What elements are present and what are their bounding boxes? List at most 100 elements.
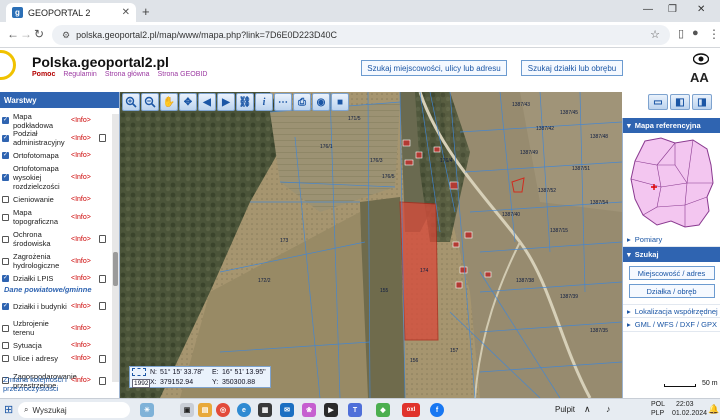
map-canvas[interactable]: 1387/43 1387/42 1387/45 1387/48 1387/49 1387/… — [120, 92, 622, 398]
layer-checkbox[interactable] — [2, 342, 9, 349]
menu-icon[interactable]: ⋮ — [708, 27, 720, 41]
clock-date[interactable]: 01.02.2024 — [672, 410, 707, 417]
taskbar-ticker[interactable]: Pulpit — [555, 405, 575, 414]
speaker-icon[interactable]: ♪ — [606, 404, 611, 414]
edge-icon[interactable]: e — [237, 403, 251, 417]
legend-document-icon[interactable] — [99, 302, 106, 310]
layer-checkbox[interactable] — [2, 257, 9, 265]
pan-hand-icon[interactable]: ✋ — [160, 93, 178, 111]
layer-checkbox[interactable] — [2, 324, 9, 332]
legend-document-icon[interactable] — [99, 354, 106, 363]
layer-row[interactable]: Mapa topograficzna <Info> — [0, 206, 112, 228]
previous-view-icon[interactable]: ◀ — [198, 93, 216, 111]
zoom-in-icon[interactable] — [122, 93, 140, 111]
layer-info-link[interactable]: <Info> — [71, 354, 97, 363]
search-header[interactable]: ▾ Szukaj — [623, 247, 720, 262]
app-icon[interactable]: ▶ — [324, 403, 338, 417]
layer-info-link[interactable]: <Info> — [71, 257, 97, 266]
layer-row[interactable]: ✓ Ortofotomapa wysokiej rozdzielczości <In… — [0, 162, 112, 193]
layer-checkbox[interactable]: ✓ — [2, 302, 9, 310]
explorer-icon[interactable]: ▤ — [198, 403, 212, 417]
taskbar-search[interactable]: ⌕ Wyszukaj — [18, 402, 130, 418]
task-view-icon[interactable]: ▣ — [180, 403, 194, 417]
photos-icon[interactable]: ❀ — [302, 403, 316, 417]
full-extent-icon[interactable]: ✥ — [179, 93, 197, 111]
layer-info-link[interactable]: <Info> — [71, 173, 97, 182]
restore-icon[interactable]: ❐ — [668, 4, 677, 15]
layer-info-link[interactable]: <Info> — [71, 151, 97, 160]
coordinate-location-row[interactable]: ▸ Lokalizacja współrzędnej — [623, 304, 720, 318]
home-link[interactable]: Strona główna — [105, 71, 150, 78]
sidebar-icon[interactable]: ▯ — [678, 27, 684, 40]
layer-info-link[interactable]: <Info> — [71, 134, 97, 143]
keyboard-layout[interactable]: PLP — [651, 410, 664, 417]
site-info-icon[interactable]: ⚙ — [62, 30, 70, 41]
store-icon[interactable]: ▦ — [258, 403, 272, 417]
layer-checkbox[interactable]: ✓ — [2, 174, 9, 181]
layer-info-link[interactable]: <Info> — [71, 235, 97, 244]
legend-document-icon[interactable] — [99, 274, 106, 283]
info-icon[interactable]: i — [255, 93, 273, 111]
back-icon[interactable]: ← — [7, 27, 19, 41]
eye-icon[interactable] — [692, 52, 710, 68]
camera-icon[interactable]: ■ — [331, 93, 349, 111]
layer-checkbox[interactable] — [2, 355, 9, 362]
layer-info-link[interactable]: <Info> — [71, 116, 97, 125]
layer-checkbox[interactable]: ✓ — [2, 152, 9, 159]
forward-icon[interactable]: → — [20, 27, 32, 41]
minimize-icon[interactable]: — — [643, 4, 653, 15]
terms-link[interactable]: Regulamin — [63, 71, 96, 78]
layer-info-link[interactable]: <Info> — [71, 195, 97, 204]
font-size-toggle[interactable]: AA — [690, 70, 709, 85]
layer-checkbox[interactable]: ✓ — [2, 275, 9, 282]
layer-info-link[interactable]: <Info> — [71, 324, 97, 333]
layer-order-link[interactable]: Zmiana kolejności i przezroczystości — [3, 375, 113, 393]
reference-map-header[interactable]: ▾ Mapa referencyjna — [623, 118, 720, 133]
layer-row[interactable]: Ulice i adresy <Info> — [0, 352, 112, 365]
view-split-icon[interactable]: ◧ — [670, 94, 690, 110]
layer-row[interactable]: ✓ Działki LPIS <Info> — [0, 272, 112, 285]
export-row[interactable]: ▸ GML / WFS / DXF / GPX — [623, 318, 720, 332]
layer-checkbox[interactable]: ✓ — [2, 117, 9, 124]
layer-info-link[interactable]: <Info> — [71, 341, 97, 350]
orthophoto-map[interactable]: 1387/43 1387/42 1387/45 1387/48 1387/49 1387/… — [120, 92, 622, 398]
geobid-link[interactable]: Strona GEOBID — [158, 71, 208, 78]
link-icon[interactable]: ⛓ — [236, 93, 254, 111]
help-link[interactable]: Pomoc — [32, 71, 55, 78]
profile-icon[interactable]: ● — [692, 27, 699, 39]
print-icon[interactable]: ⎙ — [293, 93, 311, 111]
active-app-icon[interactable]: ◆ — [376, 403, 390, 417]
layer-checkbox[interactable] — [2, 213, 9, 221]
tray-chevron-icon[interactable]: ∧ — [584, 404, 591, 415]
layer-row[interactable]: ✓ Podział administracyjny <Info> — [0, 127, 112, 149]
layer-row[interactable]: ✓ Działki i budynki <Info> — [0, 295, 112, 317]
bookmark-star-icon[interactable]: ☆ — [650, 28, 660, 41]
measure-icon[interactable]: ⋯ — [274, 93, 292, 111]
teams-icon[interactable]: T — [348, 403, 362, 417]
layer-info-link[interactable]: <Info> — [71, 274, 97, 283]
oxl-icon[interactable]: oxl — [402, 403, 420, 417]
next-view-icon[interactable]: ▶ — [217, 93, 235, 111]
notifications-icon[interactable]: 🔔 — [708, 404, 719, 415]
mail-icon[interactable]: ✉ — [280, 403, 294, 417]
layer-row[interactable]: Sytuacja <Info> — [0, 339, 112, 352]
browser-tab[interactable]: g GEOPORTAL 2 ✕ — [6, 3, 136, 22]
url-field[interactable]: ⚙ polska.geoportal2.pl/map/www/mapa.php?… — [52, 25, 670, 45]
layer-checkbox[interactable]: ✓ — [2, 134, 9, 142]
layer-row[interactable]: Zagrożenia hydrologiczne <Info> — [0, 250, 112, 272]
layer-row[interactable]: Cieniowanie <Info> — [0, 193, 112, 206]
zoom-out-icon[interactable] — [141, 93, 159, 111]
layer-row[interactable]: Ochrona środowiska <Info> — [0, 228, 112, 250]
close-window-icon[interactable]: ✕ — [697, 4, 705, 15]
layer-row[interactable]: Uzbrojenie terenu <Info> — [0, 317, 112, 339]
layer-checkbox[interactable] — [2, 235, 9, 243]
clock-time[interactable]: 22:03 — [676, 401, 694, 408]
coord-system[interactable]: 1992 — [132, 379, 151, 388]
start-icon[interactable]: ⊞ — [4, 403, 13, 416]
widgets-icon[interactable]: ☀ — [140, 403, 154, 417]
place-search-button[interactable]: Miejscowość / adres — [628, 266, 715, 280]
language-code[interactable]: POL — [651, 401, 665, 408]
legend-document-icon[interactable] — [99, 235, 106, 243]
scrollbar-thumb[interactable] — [113, 252, 118, 286]
view-compare-icon[interactable]: ◨ — [692, 94, 712, 110]
